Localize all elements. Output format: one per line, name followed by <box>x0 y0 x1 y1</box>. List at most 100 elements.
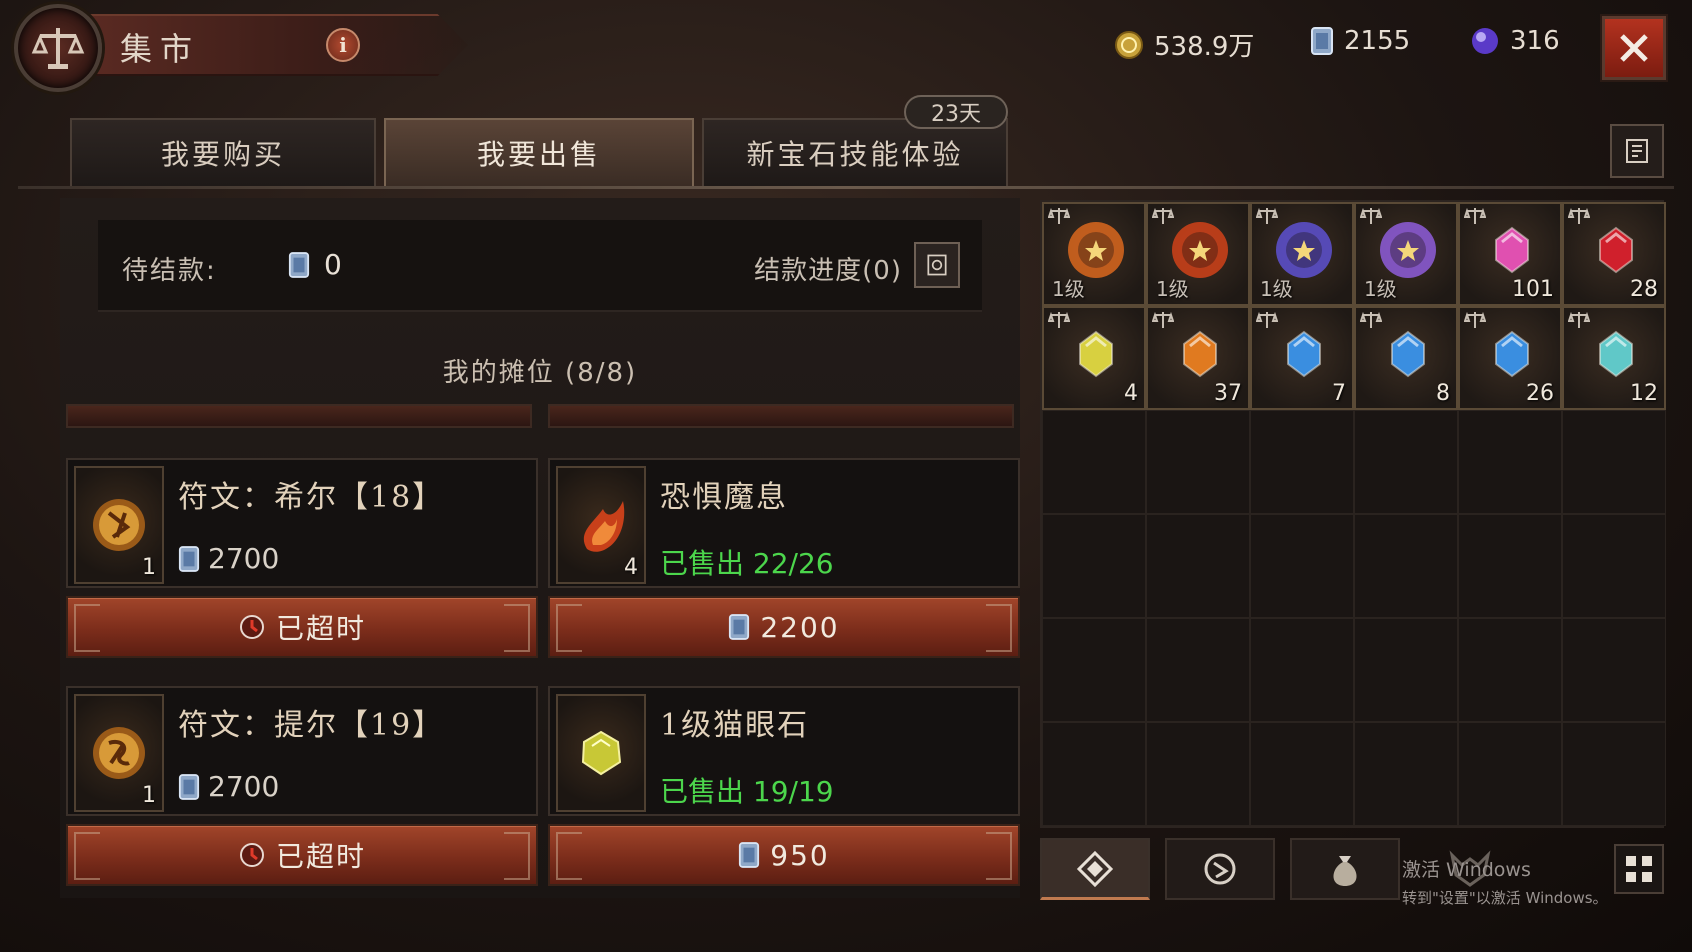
close-icon <box>1620 34 1648 62</box>
platinum-card-icon <box>739 842 760 868</box>
expired-button[interactable]: 已超时 <box>66 596 538 658</box>
expired-label: 已超时 <box>275 840 366 873</box>
teal-gem-icon <box>1599 330 1633 378</box>
market-scales-icon <box>14 4 102 92</box>
item-price-value: 2700 <box>208 770 280 803</box>
empty-inventory-slot[interactable] <box>1042 514 1146 618</box>
top-bar: 集市 i 538.9万 2155 316 <box>0 0 1692 100</box>
empty-inventory-slot[interactable] <box>1354 618 1458 722</box>
inventory-slot[interactable]: 7 <box>1250 306 1354 410</box>
expired-button[interactable]: 已超时 <box>66 824 538 886</box>
inventory-slot[interactable]: 28 <box>1562 202 1666 306</box>
item-level: 1级 <box>1364 277 1397 301</box>
empty-inventory-slot[interactable] <box>1354 514 1458 618</box>
corner-ornament <box>504 604 530 652</box>
empty-inventory-slot[interactable] <box>1458 618 1562 722</box>
pending-amount: 0 <box>288 248 342 281</box>
empty-inventory-slot[interactable] <box>1250 618 1354 722</box>
empty-inventory-slot[interactable] <box>1562 618 1666 722</box>
sold-progress: 已售出 22/26 <box>660 547 834 580</box>
settlement-detail-button[interactable] <box>914 242 960 288</box>
price-button[interactable]: 2200 <box>548 596 1020 658</box>
grid-dot <box>1626 856 1636 866</box>
price-button[interactable]: 950 <box>548 824 1020 886</box>
filter-tab-gems[interactable] <box>1040 838 1150 900</box>
listing-card: 1 符文：提尔【19】 2700 已超时 <box>66 686 538 886</box>
inventory-slot[interactable]: 26 <box>1458 306 1562 410</box>
empty-inventory-slot[interactable] <box>1250 410 1354 514</box>
item-count: 26 <box>1526 381 1554 406</box>
item-price: 2700 <box>178 770 279 803</box>
filter-tab-runes[interactable] <box>1165 838 1275 900</box>
gold-coin-icon <box>1115 30 1143 59</box>
empty-inventory-slot[interactable] <box>1562 722 1666 826</box>
empty-inventory-slot[interactable] <box>1146 722 1250 826</box>
watermark-line-2: 转到"设置"以激活 Windows。 <box>1402 889 1608 907</box>
inventory-slot[interactable]: 1级 <box>1042 202 1146 306</box>
purple-orb-icon <box>1472 28 1498 54</box>
item-name: 恐惧魔息 <box>660 480 788 515</box>
log-button[interactable] <box>1610 124 1664 178</box>
expired-clock-icon <box>239 615 264 639</box>
empty-inventory-slot[interactable] <box>1458 410 1562 514</box>
corner-ornament <box>504 832 530 880</box>
item-level: 1级 <box>1052 277 1085 301</box>
empty-inventory-slot[interactable] <box>1042 410 1146 514</box>
grid-dot <box>1642 856 1652 866</box>
gold-currency: 538.9万 <box>1114 26 1254 63</box>
orb-amount: 316 <box>1510 26 1560 56</box>
inventory-slot[interactable]: 37 <box>1146 306 1250 410</box>
tab-buy[interactable]: 我要购买 <box>70 118 376 186</box>
inventory-slot[interactable]: 1级 <box>1146 202 1250 306</box>
inventory-slot[interactable]: 12 <box>1562 306 1666 410</box>
filter-tab-bag[interactable] <box>1290 838 1400 900</box>
corner-ornament <box>74 604 100 652</box>
empty-inventory-slot[interactable] <box>1354 410 1458 514</box>
info-button[interactable]: i <box>326 28 360 62</box>
tab-sell[interactable]: 我要出售 <box>384 118 694 186</box>
item-count: 37 <box>1214 381 1242 406</box>
empty-inventory-slot[interactable] <box>1354 722 1458 826</box>
inventory-slot[interactable]: 8 <box>1354 306 1458 410</box>
flame-icon: 4 <box>556 466 646 584</box>
listing-info[interactable]: 1 符文：提尔【19】 2700 <box>66 686 538 816</box>
settlement-progress: 结款进度(0) <box>754 256 902 286</box>
item-name: 符文：提尔【19】 <box>178 708 445 743</box>
empty-inventory-slot[interactable] <box>1146 410 1250 514</box>
days-badge: 23天 <box>904 95 1008 129</box>
divider-bar <box>548 404 1014 428</box>
item-count: 8 <box>1436 381 1450 406</box>
corner-ornament <box>556 832 582 880</box>
inventory-slot[interactable]: 4 <box>1042 306 1146 410</box>
yellow-gem-icon <box>1079 330 1113 378</box>
item-count: 101 <box>1512 277 1554 302</box>
watermark-line-1: 激活 Windows <box>1402 859 1531 881</box>
rune-icon: 1 <box>74 694 164 812</box>
empty-inventory-slot[interactable] <box>1458 514 1562 618</box>
close-button[interactable] <box>1600 14 1668 82</box>
item-price: 2700 <box>178 542 279 575</box>
empty-inventory-slot[interactable] <box>1458 722 1562 826</box>
item-count: 4 <box>624 555 638 580</box>
inventory-slot[interactable]: 101 <box>1458 202 1562 306</box>
expired-clock-icon <box>239 843 264 867</box>
empty-inventory-slot[interactable] <box>1562 410 1666 514</box>
empty-inventory-slot[interactable] <box>1250 514 1354 618</box>
empty-inventory-slot[interactable] <box>1042 722 1146 826</box>
empty-inventory-slot[interactable] <box>1146 514 1250 618</box>
listing-info[interactable]: 4 恐惧魔息 已售出 22/26 <box>548 458 1020 588</box>
empty-inventory-slot[interactable] <box>1562 514 1666 618</box>
listing-info[interactable]: 1 符文：希尔【18】 2700 <box>66 458 538 588</box>
empty-inventory-slot[interactable] <box>1250 722 1354 826</box>
listing-info[interactable]: 1级猫眼石 已售出 19/19 <box>548 686 1020 816</box>
divider-bar <box>66 404 532 428</box>
item-level: 1级 <box>1156 277 1189 301</box>
empty-inventory-slot[interactable] <box>1146 618 1250 722</box>
orange-gem-icon <box>1183 330 1217 378</box>
grid-view-button[interactable] <box>1614 844 1664 894</box>
booth-title: 我的摊位 (8/8) <box>442 358 638 388</box>
empty-inventory-slot[interactable] <box>1042 618 1146 722</box>
inventory-slot[interactable]: 1级 <box>1354 202 1458 306</box>
inventory-slot[interactable]: 1级 <box>1250 202 1354 306</box>
item-name: 1级猫眼石 <box>660 708 810 743</box>
